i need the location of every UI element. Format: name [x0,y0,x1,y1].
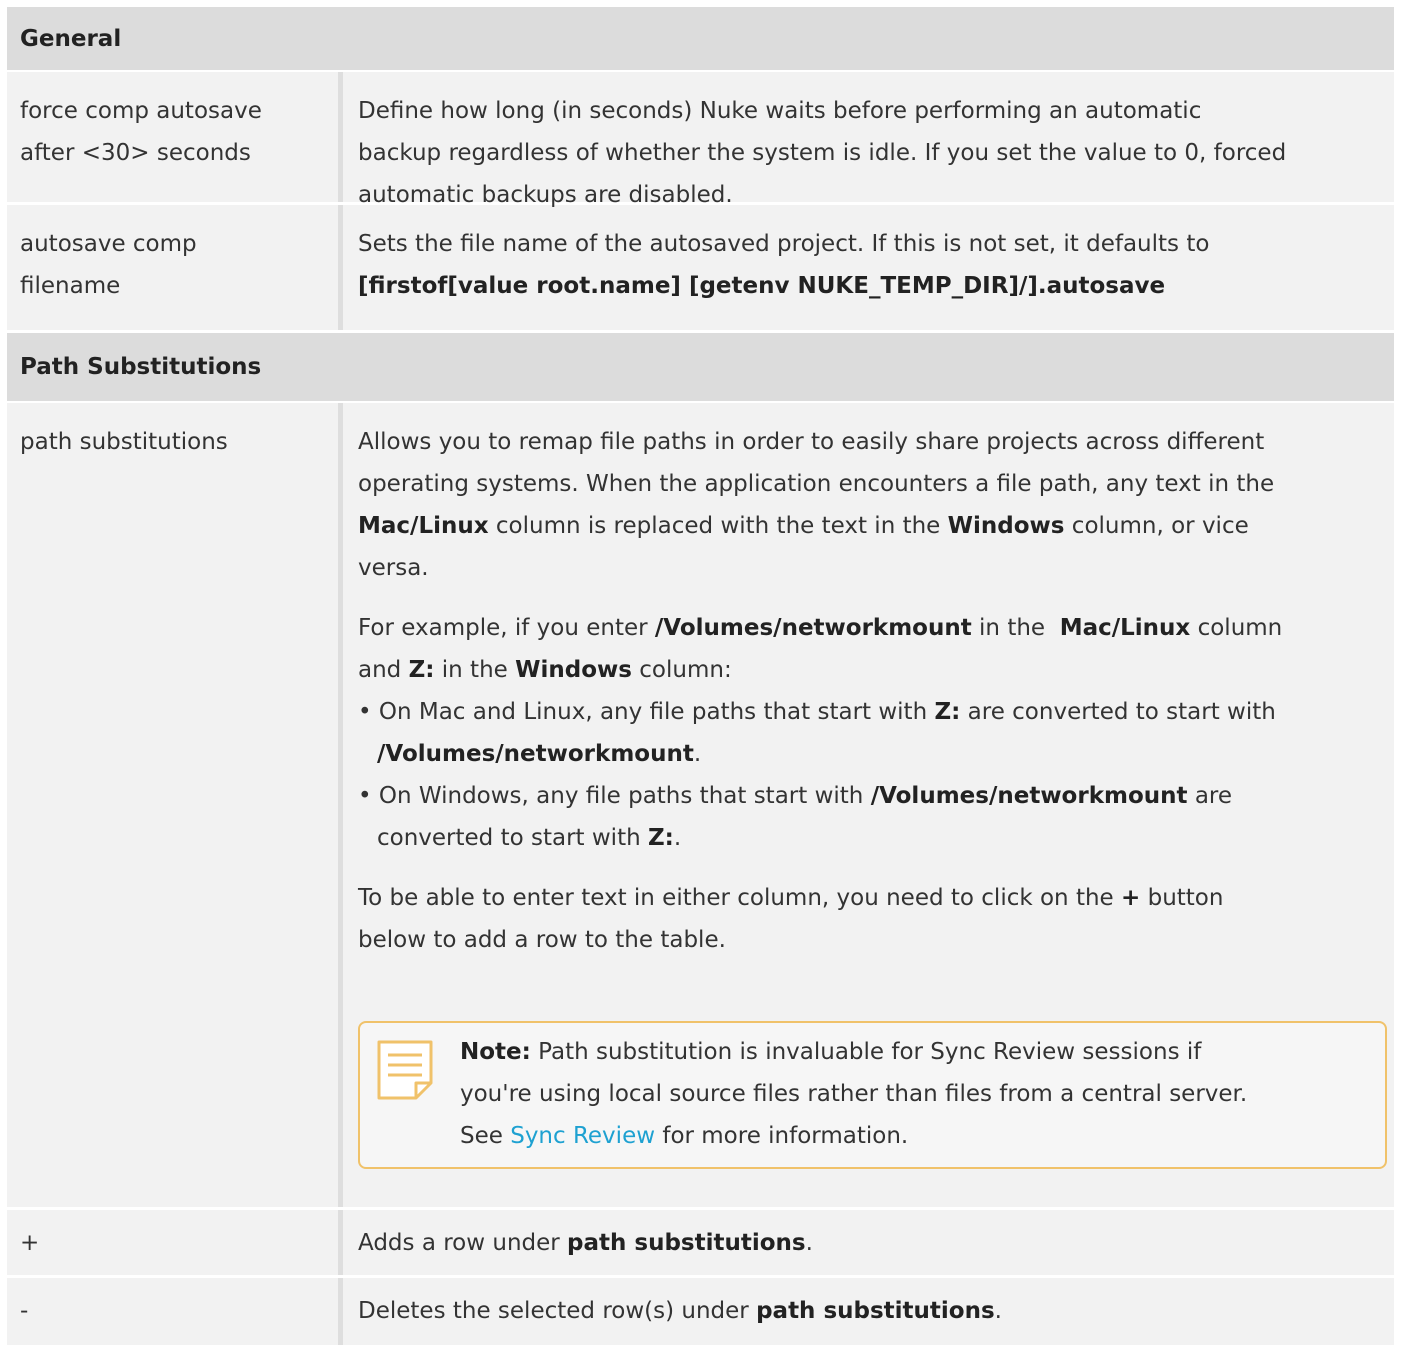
setting-description: Allows you to remap file paths in order … [343,403,1401,1207]
table-row-delete: - Deletes the selected row(s) under path… [7,1278,1394,1348]
section-title: General [20,25,122,52]
paragraph: For example, if you enter /Volumes/netwo… [358,615,1283,683]
section-header-path-substitutions: Path Substitutions [7,333,1394,403]
paragraph: To be able to enter text in either colum… [358,885,1224,953]
table-row-add: + Adds a row under path substitutions. [7,1210,1394,1278]
table-row-path-substitutions: path substitutions Allows you to remap f… [7,403,1394,1210]
section-title: Path Substitutions [20,354,262,380]
note-label: Note: [460,1039,531,1065]
note-icon [377,1040,433,1100]
setting-name: + [7,1210,343,1275]
setting-name: - [7,1278,343,1345]
setting-description: Define how long (in seconds) Nuke waits … [358,98,1287,208]
table-row-autosave-filename: autosave comp filename Sets the file nam… [7,205,1394,333]
paragraph: Allows you to remap file paths in order … [358,429,1275,581]
setting-description: Sets the file name of the autosaved proj… [358,231,1210,299]
table-row-force-autosave: force comp autosave after <30> seconds D… [7,72,1394,208]
section-header-general: General [7,7,1394,72]
note-callout: Note: Path substitution is invaluable fo… [358,1021,1387,1169]
preferences-table: General force comp autosave after <30> s… [7,7,1394,1348]
setting-name: autosave comp filename [7,205,343,330]
sync-review-link[interactable]: Sync Review [510,1123,655,1149]
list-item: • On Windows, any file paths that start … [358,783,1233,809]
setting-name: path substitutions [7,403,343,1207]
list-item: • On Mac and Linux, any file paths that … [358,699,1276,725]
setting-description: Adds a row under path substitutions. [358,1230,813,1256]
setting-name: force comp autosave after <30> seconds [7,72,343,202]
bullet-list: • On Mac and Linux, any file paths that … [358,691,1387,859]
setting-description: Deletes the selected row(s) under path s… [358,1298,1002,1324]
